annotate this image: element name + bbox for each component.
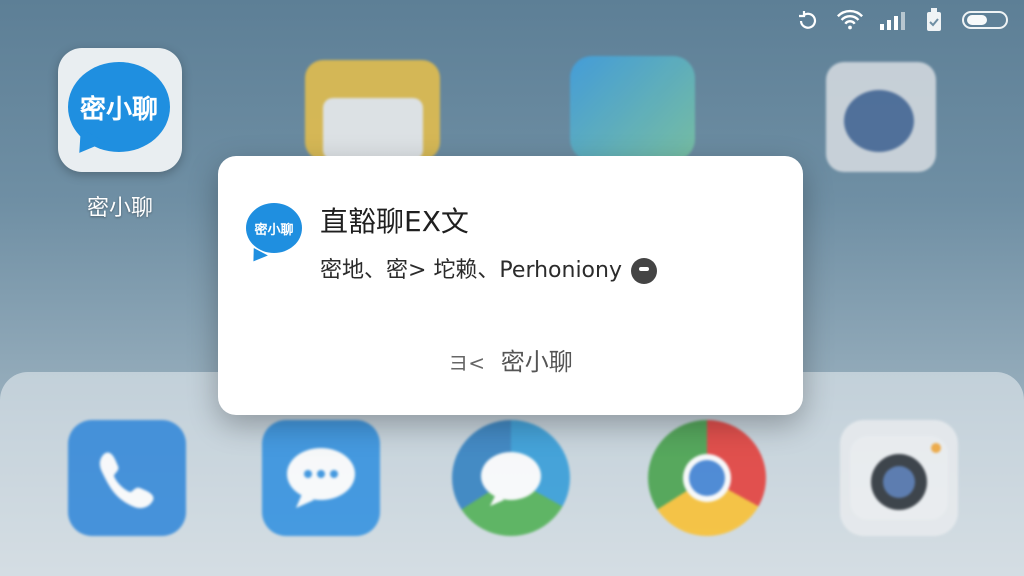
chrome-icon[interactable]: [648, 420, 766, 536]
phone-icon[interactable]: [68, 420, 186, 536]
notification-app-icon-text: 密小聊: [254, 222, 294, 238]
notification-title: 直豁聊EX文: [320, 205, 469, 238]
wifi-icon: [836, 8, 864, 32]
camera-icon[interactable]: [840, 420, 958, 536]
app-maps-blurred[interactable]: [570, 56, 695, 161]
battery-saver-icon: [920, 8, 948, 32]
notification-body: 密地、密> 坨赖、Perhoniony: [320, 252, 657, 284]
messages-icon[interactable]: [262, 420, 380, 536]
app-folder-blurred[interactable]: [305, 60, 440, 160]
contact-emoji-icon: [631, 258, 657, 284]
app-calendar-blurred[interactable]: [826, 62, 936, 172]
mixiaoliao-app-icon[interactable]: 密小聊: [58, 48, 182, 172]
open-arrow-icon: ヨ<: [448, 351, 486, 375]
notification-card[interactable]: 密小聊 直豁聊EX文 密地、密> 坨赖、Perhoniony ヨ< 密小聊: [218, 156, 803, 415]
maps-icon[interactable]: [570, 56, 695, 161]
signal-icon: [878, 8, 906, 32]
notification-body-text: 密地、密> 坨赖、Perhoniony: [320, 258, 622, 283]
notification-footer-app: 密小聊: [500, 348, 573, 376]
app-tile-text: 密小聊: [79, 94, 158, 125]
app-mixiaoliao[interactable]: 密小聊 密小聊: [58, 48, 182, 221]
notification-app-icon: 密小聊: [246, 203, 302, 267]
status-bar: [794, 6, 1008, 34]
battery-icon: [962, 11, 1008, 29]
app-label: 密小聊: [86, 196, 153, 221]
chat-icon[interactable]: [452, 420, 570, 536]
rotate-icon: [794, 8, 822, 32]
notification-footer[interactable]: ヨ< 密小聊: [218, 342, 803, 377]
